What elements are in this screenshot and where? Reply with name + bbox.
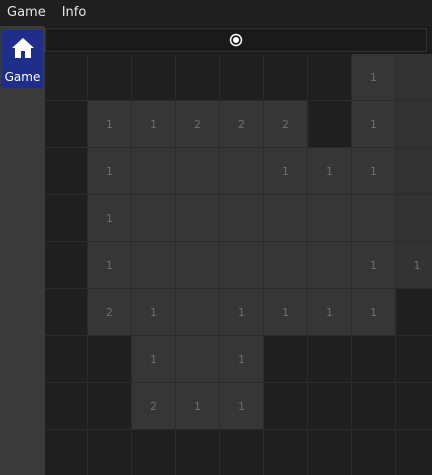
board-cell[interactable]: [308, 383, 351, 429]
board-cell[interactable]: [396, 336, 432, 382]
board-cell[interactable]: 1: [352, 101, 395, 147]
board-cell[interactable]: 1: [308, 289, 351, 335]
board-cell[interactable]: 1: [352, 54, 395, 100]
board-cell[interactable]: 2: [88, 289, 131, 335]
board-cell[interactable]: [264, 383, 307, 429]
board-cell[interactable]: 1: [132, 336, 175, 382]
board-cell[interactable]: [45, 148, 87, 194]
board-cell[interactable]: [176, 289, 219, 335]
minesweeper-app: Game Info Game 1112221111111112111111121…: [0, 0, 432, 475]
board-cell[interactable]: 1: [352, 289, 395, 335]
board-cell[interactable]: [45, 336, 87, 382]
board-cell[interactable]: 1: [132, 289, 175, 335]
sidebar: Game: [0, 26, 45, 475]
board-cell[interactable]: [176, 242, 219, 288]
board-cell[interactable]: [176, 54, 219, 100]
board-cell[interactable]: [45, 289, 87, 335]
board-cell[interactable]: [45, 242, 87, 288]
menu-info[interactable]: Info: [62, 0, 87, 26]
board-cell[interactable]: [45, 54, 87, 100]
board-cell[interactable]: [308, 101, 351, 147]
board-cell[interactable]: [396, 101, 432, 147]
board-cell[interactable]: [176, 430, 219, 475]
board-cell[interactable]: 1: [176, 383, 219, 429]
board-cell[interactable]: [352, 336, 395, 382]
board-cell[interactable]: 2: [220, 101, 263, 147]
board-cell[interactable]: [308, 242, 351, 288]
board-cell[interactable]: [352, 430, 395, 475]
board-cell[interactable]: [352, 383, 395, 429]
board-cell[interactable]: [264, 242, 307, 288]
minesweeper-board: 11122211111111121111111211: [45, 54, 432, 475]
board-cell[interactable]: [45, 430, 87, 475]
board-cell[interactable]: [220, 195, 263, 241]
board-cell[interactable]: 1: [88, 101, 131, 147]
board-cell[interactable]: [88, 336, 131, 382]
status-bar: [45, 28, 427, 52]
home-icon: [12, 38, 34, 58]
board-cell[interactable]: [308, 195, 351, 241]
menu-game[interactable]: Game: [7, 0, 46, 26]
board-cell[interactable]: [45, 383, 87, 429]
board-cell[interactable]: 1: [88, 195, 131, 241]
board-cell[interactable]: [264, 336, 307, 382]
board-cell[interactable]: 1: [264, 289, 307, 335]
board-cell[interactable]: 1: [264, 148, 307, 194]
sidebar-item-label: Game: [4, 70, 41, 84]
board-cell[interactable]: [396, 195, 432, 241]
menu-bar: Game Info: [0, 0, 432, 26]
board-cell[interactable]: 2: [176, 101, 219, 147]
board-cell[interactable]: 1: [88, 242, 131, 288]
board-cell[interactable]: [132, 54, 175, 100]
board-cell[interactable]: [308, 54, 351, 100]
board-cell[interactable]: 1: [396, 242, 432, 288]
board-cell[interactable]: 1: [132, 101, 175, 147]
board-cell[interactable]: [264, 54, 307, 100]
board-cell[interactable]: [220, 54, 263, 100]
board-cell[interactable]: [220, 148, 263, 194]
board-cell[interactable]: [176, 148, 219, 194]
board-cell[interactable]: 1: [88, 148, 131, 194]
board-cell[interactable]: [132, 242, 175, 288]
radio-icon[interactable]: [229, 33, 243, 47]
board-cell[interactable]: [88, 430, 131, 475]
board-cell[interactable]: [308, 336, 351, 382]
board-cell[interactable]: [132, 195, 175, 241]
board-cell[interactable]: 1: [220, 289, 263, 335]
board-cell[interactable]: [176, 336, 219, 382]
board-cell[interactable]: 1: [220, 383, 263, 429]
sidebar-item-game[interactable]: Game: [2, 30, 43, 88]
board-cell[interactable]: [264, 195, 307, 241]
board-cell[interactable]: [88, 54, 131, 100]
board-cell[interactable]: [396, 430, 432, 475]
board-cell[interactable]: [88, 383, 131, 429]
board-cell[interactable]: [220, 430, 263, 475]
board-cell[interactable]: 1: [220, 336, 263, 382]
board-cell[interactable]: 1: [308, 148, 351, 194]
board-cell[interactable]: [132, 430, 175, 475]
board-cell[interactable]: [308, 430, 351, 475]
board-cell[interactable]: [45, 195, 87, 241]
board-cell[interactable]: [45, 101, 87, 147]
board-cell[interactable]: [352, 195, 395, 241]
board-cell[interactable]: 1: [352, 242, 395, 288]
board-cell[interactable]: [396, 148, 432, 194]
board-cell[interactable]: [264, 430, 307, 475]
board-cell[interactable]: 2: [264, 101, 307, 147]
board-cell[interactable]: [132, 148, 175, 194]
board-cell[interactable]: [396, 289, 432, 335]
board-cell[interactable]: [176, 195, 219, 241]
board-cell[interactable]: [396, 383, 432, 429]
board-cell[interactable]: 2: [132, 383, 175, 429]
board-cell[interactable]: [220, 242, 263, 288]
board-cell[interactable]: 1: [352, 148, 395, 194]
board-cell[interactable]: [396, 54, 432, 100]
